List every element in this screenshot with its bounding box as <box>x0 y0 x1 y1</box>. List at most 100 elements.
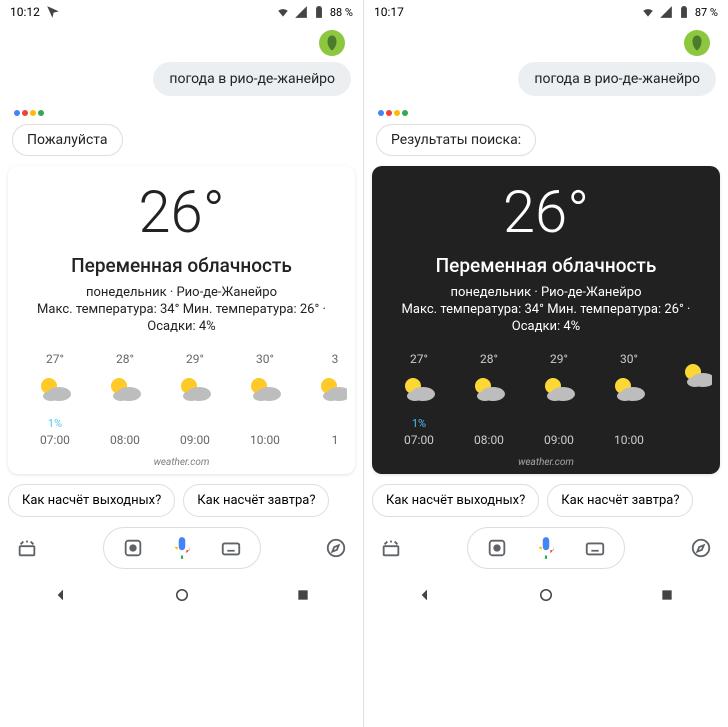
hour-precip: 1% <box>20 417 90 431</box>
partly-cloudy-icon <box>175 374 215 404</box>
wifi-icon <box>276 5 290 19</box>
hour-time: 07:00 <box>20 433 90 447</box>
nav-back-icon[interactable] <box>51 585 71 605</box>
hour-column: 29° 09:00 <box>160 352 230 447</box>
assistant-icon <box>14 110 44 116</box>
suggestion-chips: Как насчёт выходных? Как насчёт завтра? <box>364 474 728 523</box>
explore-icon[interactable] <box>323 535 349 561</box>
hour-precip <box>454 417 524 431</box>
hour-temp: 30° <box>594 352 664 366</box>
battery-icon <box>677 5 691 19</box>
hour-temp: 28° <box>90 352 160 366</box>
hour-precip <box>524 417 594 431</box>
weather-card[interactable]: 26° Переменная облачность понедельник · … <box>372 166 720 474</box>
hour-time: 09:00 <box>160 433 230 447</box>
attribution: weather.com <box>380 457 712 468</box>
hour-temp: 27° <box>20 352 90 366</box>
hourly-forecast[interactable]: 27° 1% 07:00 28° 08:00 29° 09:00 30° <box>16 352 347 447</box>
partly-cloudy-icon <box>469 374 509 404</box>
hour-column: 28° 08:00 <box>90 352 160 447</box>
hour-time: 08:00 <box>454 433 524 447</box>
battery-icon <box>312 5 326 19</box>
hour-precip <box>594 417 664 431</box>
temp-range: Макс. температура: 34° Мин. температура:… <box>380 302 712 317</box>
partly-cloudy-icon <box>539 374 579 404</box>
partly-cloudy-icon <box>105 374 145 404</box>
nav-recent-icon[interactable] <box>657 585 677 605</box>
nav-bar <box>0 575 363 615</box>
hour-column: 29° 09:00 <box>524 352 594 447</box>
attribution: weather.com <box>16 457 347 468</box>
nav-bar <box>364 575 728 615</box>
suggestion-chip[interactable]: Как насчёт завтра? <box>183 484 329 517</box>
partly-cloudy-icon <box>399 374 439 404</box>
response-label: Пожалуйста <box>12 124 123 156</box>
suggestion-chips: Как насчёт выходных? Как насчёт завтра? <box>0 474 363 523</box>
hour-time: 10:00 <box>230 433 300 447</box>
hour-temp: 29° <box>524 352 594 366</box>
suggestion-chip[interactable]: Как насчёт завтра? <box>547 484 693 517</box>
status-time: 10:17 <box>374 5 404 19</box>
input-bar <box>0 523 363 575</box>
input-bar <box>364 523 728 575</box>
status-bar: 10:17 87 % <box>364 0 728 24</box>
partly-cloudy-icon <box>245 374 285 404</box>
hour-column: 30° 10:00 <box>594 352 664 447</box>
hourly-forecast[interactable]: 27° 1% 07:00 28° 08:00 29° 09:00 30° <box>380 352 712 447</box>
updates-icon[interactable] <box>14 535 40 561</box>
nav-home-icon[interactable] <box>172 585 192 605</box>
hour-precip <box>160 417 230 431</box>
partly-cloudy-icon <box>679 360 712 390</box>
keyboard-icon[interactable] <box>218 535 244 561</box>
phone-left: 10:12 88 % погода в рио-де-жанейро Пожал… <box>0 0 364 727</box>
hour-time: 1 <box>300 433 347 447</box>
hour-precip: 1% <box>384 417 454 431</box>
temperature: 26° <box>380 184 712 242</box>
mic-icon[interactable] <box>168 534 196 562</box>
updates-icon[interactable] <box>378 535 404 561</box>
hour-column: 27° 1% 07:00 <box>20 352 90 447</box>
suggestion-chip[interactable]: Как насчёт выходных? <box>372 484 539 517</box>
hour-time: 08:00 <box>90 433 160 447</box>
hour-temp: 30° <box>230 352 300 366</box>
signal-icon <box>294 5 308 19</box>
hour-precip <box>300 417 347 431</box>
nav-recent-icon[interactable] <box>293 585 313 605</box>
mic-icon[interactable] <box>532 534 560 562</box>
hour-time: 07:00 <box>384 433 454 447</box>
temperature: 26° <box>16 184 347 242</box>
day-location: понедельник · Рио-де-Жанейро <box>16 285 347 300</box>
response-label: Результаты поиска: <box>376 124 536 156</box>
phone-right: 10:17 87 % погода в рио-де-жанейро Резул… <box>364 0 728 727</box>
condition: Переменная облачность <box>380 254 712 277</box>
suggestion-chip[interactable]: Как насчёт выходных? <box>8 484 175 517</box>
signal-icon <box>659 5 673 19</box>
location-icon <box>46 5 60 19</box>
user-avatar[interactable] <box>319 30 345 56</box>
day-location: понедельник · Рио-де-Жанейро <box>380 285 712 300</box>
assistant-icon <box>378 110 408 116</box>
hour-temp: 29° <box>160 352 230 366</box>
temp-range: Макс. температура: 34° Мин. температура:… <box>16 302 347 317</box>
hour-column: 3 1 <box>300 352 347 447</box>
lens-icon[interactable] <box>120 535 146 561</box>
hour-column: 28° 08:00 <box>454 352 524 447</box>
hour-column: 27° 1% 07:00 <box>384 352 454 447</box>
explore-icon[interactable] <box>688 535 714 561</box>
condition: Переменная облачность <box>16 254 347 277</box>
weather-card[interactable]: 26° Переменная облачность понедельник · … <box>8 166 355 474</box>
hour-temp: 3 <box>300 352 347 366</box>
lens-icon[interactable] <box>484 535 510 561</box>
status-battery: 88 % <box>330 6 353 19</box>
keyboard-icon[interactable] <box>582 535 608 561</box>
hour-precip <box>664 403 712 417</box>
user-avatar[interactable] <box>684 30 710 56</box>
user-message[interactable]: погода в рио-де-жанейро <box>518 62 716 96</box>
hour-time: 10:00 <box>594 433 664 447</box>
hour-precip <box>90 417 160 431</box>
nav-back-icon[interactable] <box>415 585 435 605</box>
partly-cloudy-icon <box>609 374 649 404</box>
precipitation-summary: Осадки: 4% <box>16 319 347 334</box>
user-message[interactable]: погода в рио-де-жанейро <box>153 62 351 96</box>
nav-home-icon[interactable] <box>536 585 556 605</box>
